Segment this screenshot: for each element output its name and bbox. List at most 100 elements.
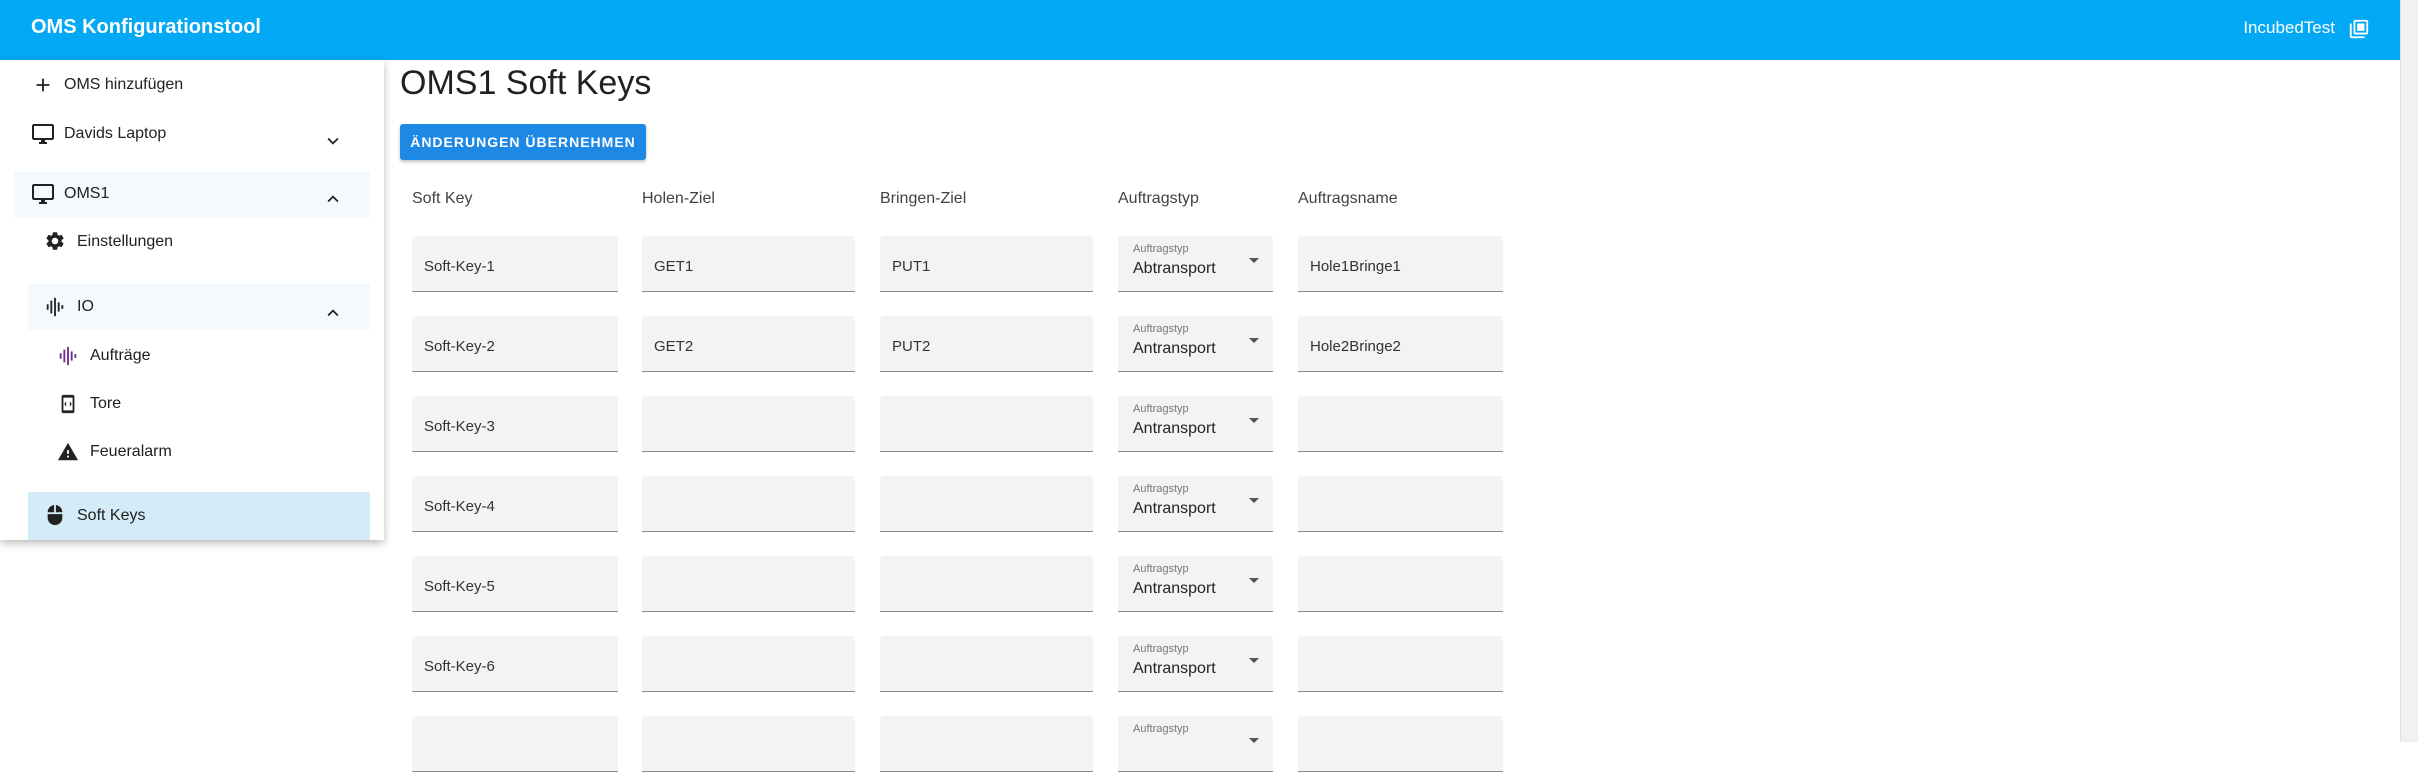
sidebar-item-feueralarm[interactable]: Feueralarm	[40, 432, 370, 472]
dropdown-arrow-icon[interactable]	[1249, 658, 1259, 663]
field-value: Soft-Key-3	[424, 418, 495, 435]
chevron-down-icon[interactable]	[322, 130, 344, 152]
select-value: Antransport	[1133, 580, 1216, 597]
chevron-up-icon[interactable]	[322, 188, 344, 210]
holen-ziel-field[interactable]	[642, 636, 855, 692]
gate-icon	[61, 394, 75, 414]
auftragsname-field[interactable]	[1298, 636, 1503, 692]
sidebar-item-label: OMS hinzufügen	[64, 76, 184, 93]
bringen-ziel-field[interactable]	[880, 556, 1093, 612]
auftragstyp-select[interactable]: Auftragstyp Antransport	[1118, 556, 1273, 612]
scrollbar[interactable]	[2400, 0, 2418, 742]
sidebar-item-soft-keys[interactable]: Soft Keys	[28, 492, 370, 540]
io-signal-icon	[46, 297, 64, 317]
column-header-auftragsname: Auftragsname	[1298, 190, 1398, 207]
field-value: Soft-Key-2	[424, 338, 495, 355]
auftragsname-field[interactable]	[1298, 716, 1503, 772]
chevron-up-icon[interactable]	[322, 302, 344, 324]
holen-ziel-field[interactable]	[642, 476, 855, 532]
column-header-soft-key: Soft Key	[412, 190, 473, 207]
select-label: Auftragstyp	[1133, 403, 1189, 415]
select-label: Auftragstyp	[1133, 323, 1189, 335]
field-value: PUT1	[892, 258, 931, 275]
soft-key-field[interactable]: Soft-Key-6	[412, 636, 618, 692]
sidebar-item-oms1[interactable]: OMS1	[14, 172, 370, 218]
auftragsname-field[interactable]	[1298, 476, 1503, 532]
auftragsname-field[interactable]	[1298, 556, 1503, 612]
holen-ziel-field[interactable]: GET1	[642, 236, 855, 292]
monitor-icon	[32, 124, 54, 144]
bringen-ziel-field[interactable]: PUT1	[880, 236, 1093, 292]
sidebar-item-label: OMS1	[64, 185, 110, 202]
auftragstyp-select[interactable]: Auftragstyp	[1118, 716, 1273, 772]
column-header-bringen-ziel: Bringen-Ziel	[880, 190, 967, 207]
app-bar: OMS Konfigurationstool IncubedTest	[0, 0, 2400, 60]
sidebar-item-io[interactable]: IO	[28, 284, 370, 330]
dropdown-arrow-icon[interactable]	[1249, 578, 1259, 583]
auftragstyp-select[interactable]: Auftragstyp Antransport	[1118, 316, 1273, 372]
select-value: Antransport	[1133, 500, 1216, 517]
soft-key-field[interactable]: Soft-Key-3	[412, 396, 618, 452]
auftragsname-field[interactable]: Hole1Bringe1	[1298, 236, 1503, 292]
sidebar-item-einstellungen[interactable]: Einstellungen	[28, 222, 370, 262]
soft-key-field[interactable]	[412, 716, 618, 772]
auftragstyp-select[interactable]: Auftragstyp Abtransport	[1118, 236, 1273, 292]
bringen-ziel-field[interactable]	[880, 716, 1093, 772]
sidebar-item-label: Feueralarm	[90, 443, 172, 460]
field-value: PUT2	[892, 338, 931, 355]
holen-ziel-field[interactable]	[642, 556, 855, 612]
field-value: Soft-Key-4	[424, 498, 495, 515]
select-value: Abtransport	[1133, 260, 1216, 277]
select-value: Antransport	[1133, 340, 1216, 357]
field-value: Hole2Bringe2	[1310, 338, 1401, 355]
field-value: Soft-Key-5	[424, 578, 495, 595]
auftragstyp-select[interactable]: Auftragstyp Antransport	[1118, 396, 1273, 452]
dropdown-arrow-icon[interactable]	[1249, 738, 1259, 743]
bringen-ziel-field[interactable]: PUT2	[880, 316, 1093, 372]
sidebar: OMS hinzufügen Davids Laptop OMS1 Einste…	[0, 60, 384, 540]
dropdown-arrow-icon[interactable]	[1249, 498, 1259, 503]
dropdown-arrow-icon[interactable]	[1249, 418, 1259, 423]
bringen-ziel-field[interactable]	[880, 636, 1093, 692]
dropdown-arrow-icon[interactable]	[1249, 338, 1259, 343]
io-signal-icon	[59, 346, 77, 366]
select-label: Auftragstyp	[1133, 243, 1189, 255]
sidebar-item-tore[interactable]: Tore	[40, 384, 370, 424]
select-value: Antransport	[1133, 660, 1216, 677]
sidebar-item-add-oms[interactable]: OMS hinzufügen	[0, 68, 384, 104]
sidebar-item-label: Einstellungen	[77, 233, 174, 250]
mouse-icon	[47, 504, 63, 526]
app-title: OMS Konfigurationstool	[31, 16, 261, 38]
sidebar-item-label: Tore	[90, 395, 122, 412]
select-label: Auftragstyp	[1133, 723, 1189, 735]
auftragstyp-select[interactable]: Auftragstyp Antransport	[1118, 476, 1273, 532]
warning-icon	[57, 442, 79, 461]
holen-ziel-field[interactable]	[642, 396, 855, 452]
auftragsname-field[interactable]: Hole2Bringe2	[1298, 316, 1503, 372]
sidebar-item-davids-laptop[interactable]: Davids Laptop	[0, 116, 384, 160]
soft-key-field[interactable]: Soft-Key-5	[412, 556, 618, 612]
soft-key-field[interactable]: Soft-Key-4	[412, 476, 618, 532]
field-value: Soft-Key-6	[424, 658, 495, 675]
auftragstyp-select[interactable]: Auftragstyp Antransport	[1118, 636, 1273, 692]
sidebar-item-auftraege[interactable]: Aufträge	[40, 336, 370, 376]
select-label: Auftragstyp	[1133, 563, 1189, 575]
library-icon[interactable]	[2348, 18, 2370, 40]
select-value: Antransport	[1133, 420, 1216, 437]
bringen-ziel-field[interactable]	[880, 476, 1093, 532]
select-label: Auftragstyp	[1133, 483, 1189, 495]
field-value: Hole1Bringe1	[1310, 258, 1401, 275]
soft-key-field[interactable]: Soft-Key-1	[412, 236, 618, 292]
user-name[interactable]: IncubedTest	[2243, 18, 2335, 38]
sidebar-item-label: Davids Laptop	[64, 125, 167, 142]
apply-changes-button[interactable]: ÄNDERUNGEN ÜBERNEHMEN	[400, 124, 646, 160]
auftragsname-field[interactable]	[1298, 396, 1503, 452]
column-header-auftragstyp: Auftragstyp	[1118, 190, 1199, 207]
holen-ziel-field[interactable]: GET2	[642, 316, 855, 372]
soft-key-field[interactable]: Soft-Key-2	[412, 316, 618, 372]
field-value: Soft-Key-1	[424, 258, 495, 275]
holen-ziel-field[interactable]	[642, 716, 855, 772]
bringen-ziel-field[interactable]	[880, 396, 1093, 452]
dropdown-arrow-icon[interactable]	[1249, 258, 1259, 263]
column-header-holen-ziel: Holen-Ziel	[642, 190, 715, 207]
